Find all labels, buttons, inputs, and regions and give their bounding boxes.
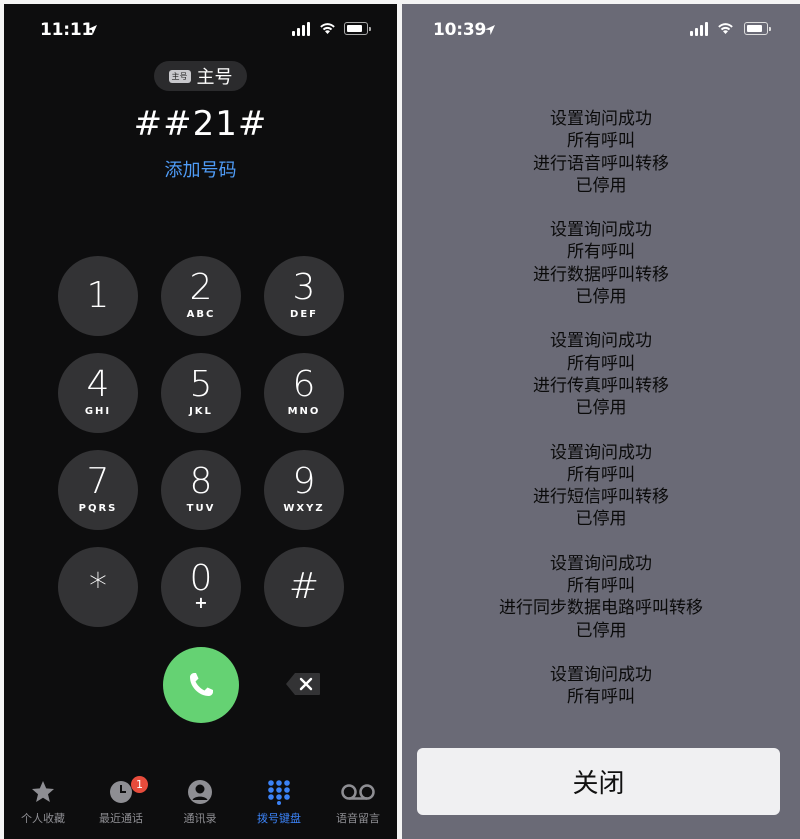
tab-label: 个人收藏 <box>21 812 65 825</box>
result-message: 设置询问成功 所有呼叫 进行数据呼叫转移 已停用 <box>533 220 669 308</box>
key-7[interactable]: 7 PQRS <box>58 450 138 530</box>
dialer-screen: 11:11 主号 主号 ##21# 添加号码 1 2 ABC 3 DEF 4 GHI … <box>4 4 397 839</box>
tab-bar: 个人收藏 1 最近通话 通讯录 拨号键盘 语音留言 <box>4 774 397 839</box>
missed-calls-badge: 1 <box>131 776 148 793</box>
tab-keypad[interactable]: 拨号键盘 <box>240 774 318 826</box>
result-message: 设置询问成功 所有呼叫 进行同步数据电路呼叫转移 已停用 <box>499 553 703 641</box>
key-8[interactable]: 8 TUV <box>161 450 241 530</box>
key-3[interactable]: 3 DEF <box>264 256 344 336</box>
phone-icon <box>190 673 213 696</box>
voicemail-icon <box>341 784 375 800</box>
status-bar: 10:39 <box>402 20 800 42</box>
tab-label: 通讯录 <box>183 812 217 825</box>
key-4[interactable]: 4 GHI <box>58 353 138 433</box>
delete-backspace-icon[interactable] <box>285 672 321 696</box>
add-number-link[interactable]: 添加号码 <box>4 156 397 182</box>
contacts-icon <box>188 780 212 804</box>
cellular-signal-icon <box>292 22 310 36</box>
location-arrow-icon <box>87 25 97 35</box>
tab-voicemail[interactable]: 语音留言 <box>319 774 397 826</box>
wifi-icon <box>320 23 335 34</box>
key-6[interactable]: 6 MNO <box>264 353 344 433</box>
result-message: 设置询问成功 所有呼叫 进行短信呼叫转移 已停用 <box>533 442 669 530</box>
status-bar: 11:11 <box>4 20 397 42</box>
result-message: 设置询问成功 所有呼叫 <box>550 664 652 708</box>
line-label: 主号 <box>196 67 233 88</box>
tab-recents[interactable]: 1 最近通话 <box>82 774 160 826</box>
battery-icon <box>744 22 771 35</box>
tab-contacts[interactable]: 通讯录 <box>161 774 239 826</box>
line-selector[interactable]: 主号 主号 <box>154 61 247 91</box>
location-arrow-icon <box>485 25 495 35</box>
tab-label: 最近通话 <box>99 812 143 825</box>
call-button[interactable] <box>163 647 239 723</box>
key-2[interactable]: 2 ABC <box>161 256 241 336</box>
key-5[interactable]: 5 JKL <box>161 353 241 433</box>
result-message-list: 设置询问成功 所有呼叫 进行语音呼叫转移 已停用 设置询问成功 所有呼叫 进行数… <box>402 108 800 731</box>
key-0[interactable]: 0 + <box>161 547 241 627</box>
cellular-signal-icon <box>690 22 708 36</box>
dialed-number: ##21# <box>133 104 268 144</box>
result-message: 设置询问成功 所有呼叫 进行传真呼叫转移 已停用 <box>533 331 669 419</box>
wifi-icon <box>718 23 733 34</box>
result-message: 设置询问成功 所有呼叫 进行语音呼叫转移 已停用 <box>533 109 669 196</box>
keypad-icon <box>268 780 290 805</box>
sim-icon: 主号 <box>168 69 191 83</box>
key-9[interactable]: 9 WXYZ <box>264 450 344 530</box>
tab-label: 拨号键盘 <box>257 812 301 825</box>
key-1[interactable]: 1 <box>58 256 138 336</box>
key-star[interactable]: * <box>58 547 138 627</box>
battery-icon <box>344 22 371 35</box>
status-time: 10:39 <box>433 20 487 40</box>
mmi-result-screen: 10:39 设置询问成功 所有呼叫 进行语音呼叫转移 已停用 设置询问成功 所有… <box>402 4 800 839</box>
tab-label: 语音留言 <box>336 812 380 825</box>
star-icon <box>32 781 54 802</box>
key-hash[interactable]: # <box>264 547 344 627</box>
clock-icon <box>110 781 132 803</box>
close-button[interactable]: 关闭 <box>417 748 780 815</box>
tab-favorites[interactable]: 个人收藏 <box>4 774 82 826</box>
